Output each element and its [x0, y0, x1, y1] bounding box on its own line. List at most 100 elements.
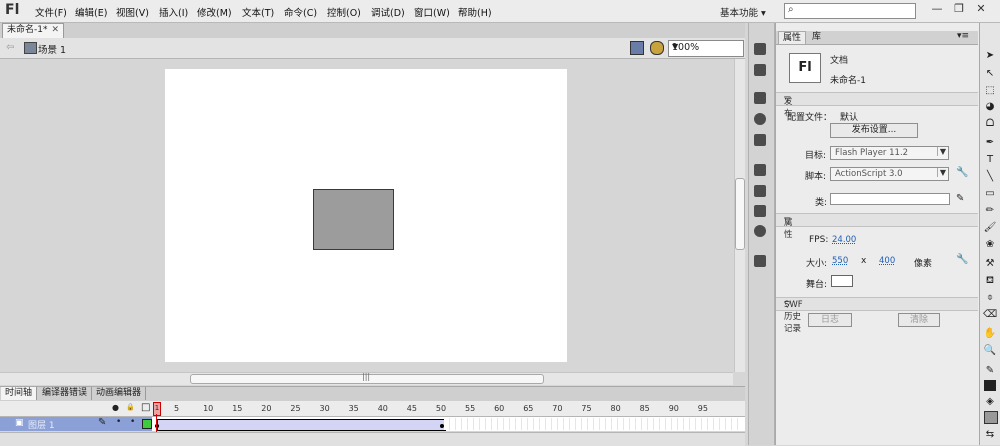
- tab-compiler-errors[interactable]: 编译器错误: [38, 387, 93, 400]
- paint-bucket-tool-icon[interactable]: ⛾: [983, 274, 997, 287]
- edit-scene-icon[interactable]: [650, 41, 664, 55]
- lasso-tool-icon[interactable]: ᗝ: [983, 117, 997, 130]
- frame-number: 50: [435, 404, 447, 413]
- outline-icon[interactable]: □: [141, 402, 150, 413]
- pen-tool-icon[interactable]: ✒: [983, 136, 997, 149]
- align-panel-icon[interactable]: [754, 43, 766, 55]
- zoom-tool-icon[interactable]: 🔍: [983, 344, 997, 357]
- rectangle-tool-icon[interactable]: ▭: [983, 187, 997, 200]
- fps-value[interactable]: 24.00: [832, 235, 856, 245]
- wrench-icon[interactable]: 🔧: [956, 254, 968, 265]
- wrench-icon[interactable]: 🔧: [956, 167, 968, 178]
- close-button[interactable]: ✕: [972, 2, 990, 18]
- selection-tool-icon[interactable]: ➤: [983, 49, 997, 62]
- properties-section-header[interactable]: ▽ 属性: [776, 213, 978, 240]
- layer-visible-dot[interactable]: •: [116, 417, 121, 427]
- subselection-tool-icon[interactable]: ↖: [983, 67, 997, 80]
- workspace-label: 基本功能: [720, 8, 759, 19]
- document-tab-bar: [0, 23, 745, 39]
- fill-color-icon[interactable]: ◈: [983, 395, 997, 408]
- layer-name[interactable]: 图层 1: [28, 418, 55, 431]
- menu-help[interactable]: 帮助(H): [458, 5, 492, 19]
- panel-menu-icon[interactable]: ▾≡: [957, 31, 969, 41]
- brush-tool-icon[interactable]: 🖌: [983, 221, 997, 234]
- stroke-color-swatch[interactable]: [984, 380, 996, 391]
- eyedropper-tool-icon[interactable]: ⌽: [983, 291, 997, 304]
- height-value[interactable]: 400: [879, 256, 895, 266]
- code-snippets-icon[interactable]: [754, 164, 766, 176]
- components-icon[interactable]: [754, 185, 766, 197]
- chevron-down-icon: ▼: [936, 147, 946, 156]
- frame-number: 80: [610, 404, 621, 413]
- menu-file[interactable]: 文件(F): [35, 5, 67, 19]
- menu-edit[interactable]: 编辑(E): [75, 5, 107, 19]
- vertical-scroll-thumb[interactable]: [735, 178, 745, 250]
- motion-presets-icon[interactable]: [754, 205, 766, 217]
- close-icon[interactable]: ✕: [51, 25, 59, 35]
- scene-panel-icon[interactable]: [754, 255, 766, 267]
- hand-tool-icon[interactable]: ✋: [983, 327, 997, 340]
- layer-lock-dot[interactable]: •: [130, 417, 135, 427]
- eraser-tool-icon[interactable]: ⌫: [983, 308, 997, 321]
- class-input[interactable]: [830, 193, 950, 205]
- swatches-panel-icon[interactable]: [754, 64, 766, 76]
- eye-icon[interactable]: ●: [112, 403, 119, 412]
- pencil-tool-icon[interactable]: ✏: [983, 204, 997, 217]
- target-select[interactable]: Flash Player 11.2 ▼: [830, 146, 949, 160]
- menu-window[interactable]: 窗口(W): [414, 5, 450, 19]
- script-select[interactable]: ActionScript 3.0 ▼: [830, 167, 949, 181]
- menu-control[interactable]: 控制(O): [327, 5, 361, 19]
- deco-tool-icon[interactable]: ❀: [983, 238, 997, 251]
- bone-tool-icon[interactable]: ⚒: [983, 257, 997, 270]
- publish-settings-button[interactable]: 发布设置...: [830, 123, 918, 138]
- back-arrow-icon[interactable]: ⇦: [6, 42, 14, 53]
- edit-symbols-icon[interactable]: [630, 41, 644, 55]
- align-icon[interactable]: [754, 92, 766, 104]
- lock-icon[interactable]: 🔒: [126, 403, 135, 411]
- line-tool-icon[interactable]: ╲: [983, 170, 997, 183]
- scene-label[interactable]: 场景 1: [38, 42, 66, 56]
- keyframe-span[interactable]: [157, 419, 446, 431]
- info-icon[interactable]: [754, 113, 766, 125]
- tab-library[interactable]: 库: [808, 31, 825, 43]
- menu-debug[interactable]: 调试(D): [371, 5, 405, 19]
- minimize-button[interactable]: —: [928, 2, 946, 18]
- menu-command[interactable]: 命令(C): [284, 5, 317, 19]
- workspace-switcher[interactable]: 基本功能 ▾: [720, 5, 766, 19]
- script-label: 脚本:: [805, 172, 827, 182]
- menu-insert[interactable]: 插入(I): [159, 5, 188, 19]
- 3d-rotation-tool-icon[interactable]: ◕: [983, 100, 997, 113]
- restore-button[interactable]: ❐: [950, 2, 968, 18]
- free-transform-tool-icon[interactable]: ⬚: [983, 84, 997, 97]
- transform-icon[interactable]: [754, 134, 766, 146]
- swf-history-section-header[interactable]: ▽ SWF 历史记录: [776, 297, 978, 334]
- layer-icon: ▣: [15, 418, 24, 428]
- zoom-select[interactable]: 100% ▼: [668, 40, 744, 57]
- width-value[interactable]: 550: [832, 256, 848, 266]
- pencil-icon[interactable]: ✎: [956, 193, 964, 204]
- log-button[interactable]: 日志: [808, 313, 852, 327]
- text-tool-icon[interactable]: T: [983, 153, 997, 166]
- history-icon[interactable]: [754, 225, 766, 237]
- search-input[interactable]: ⌕: [784, 3, 916, 19]
- doc-type-label: 文档: [830, 56, 849, 66]
- stroke-color-icon[interactable]: ✎: [983, 364, 997, 377]
- layer-outline-color[interactable]: [142, 419, 152, 429]
- frame-number: 40: [377, 404, 388, 413]
- publish-section-header[interactable]: ▽ 发布: [776, 92, 978, 119]
- document-tab[interactable]: 未命名-1* ✕: [2, 23, 65, 38]
- stage-color-swatch[interactable]: [831, 275, 853, 287]
- empty-frames[interactable]: [444, 418, 740, 430]
- menu-text[interactable]: 文本(T): [242, 5, 274, 19]
- fill-color-swatch[interactable]: [984, 411, 998, 424]
- swap-colors-icon[interactable]: ⇆: [983, 428, 997, 441]
- tab-properties[interactable]: 属性: [778, 31, 807, 44]
- clear-button[interactable]: 清除: [898, 313, 940, 327]
- playhead[interactable]: 1: [153, 402, 161, 416]
- rectangle-shape[interactable]: [313, 189, 394, 250]
- menu-view[interactable]: 视图(V): [116, 5, 149, 19]
- tab-timeline[interactable]: 时间轴: [1, 387, 38, 400]
- menu-modify[interactable]: 修改(M): [197, 5, 232, 19]
- tab-motion-editor[interactable]: 动画编辑器: [92, 387, 147, 400]
- fps-label: FPS:: [809, 235, 829, 245]
